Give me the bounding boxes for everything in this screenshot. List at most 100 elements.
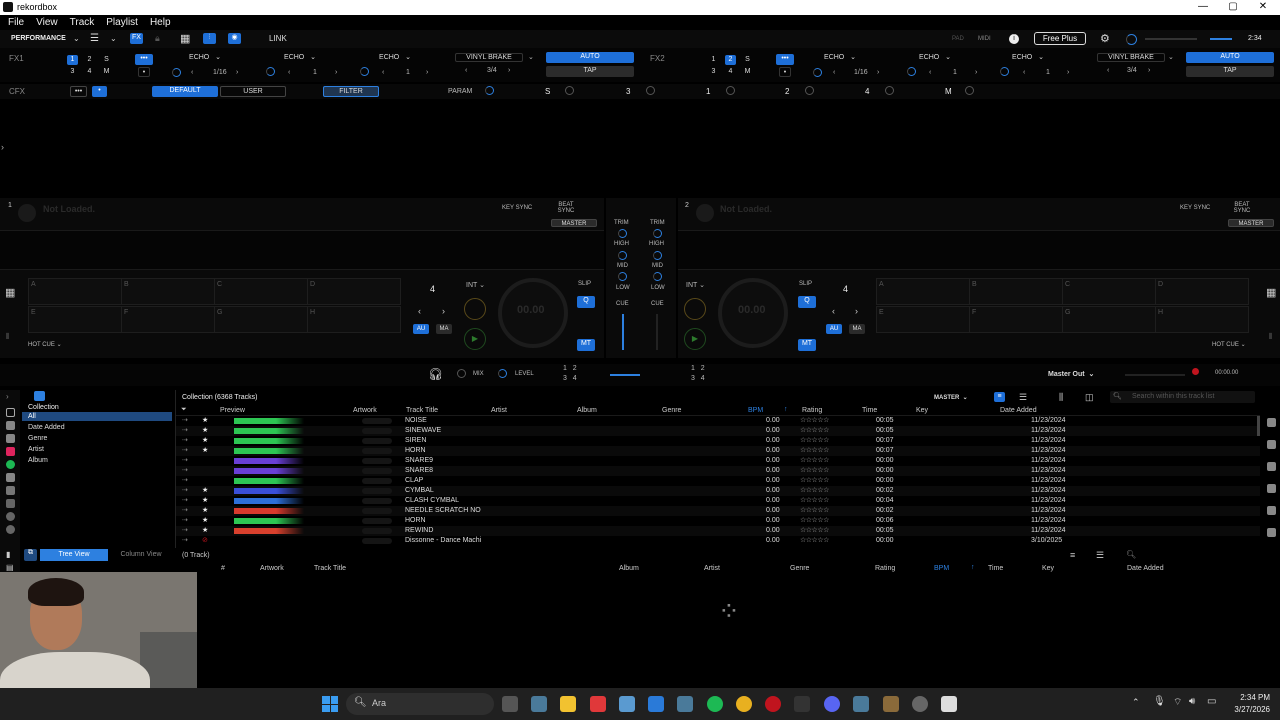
cfx-ch1-knob[interactable] [726,86,735,95]
tree-album[interactable]: Album [22,456,172,465]
mixer-ch1-high-knob[interactable] [618,251,627,260]
filter-icon[interactable]: ⏷ [181,406,187,414]
fx1-brake-prev-icon[interactable]: ‹ [465,67,467,74]
fx1-slot1-select[interactable]: ECHO ⌄ [165,53,245,61]
list-view-icon[interactable]: ≡ [994,392,1005,402]
file-icon[interactable] [6,473,15,482]
mixer-ch2-trim-knob[interactable] [653,229,662,238]
spotify-icon[interactable] [6,460,15,469]
side-toggle-icon[interactable]: ⫴ [6,332,9,342]
column-artwork[interactable]: Artwork [353,407,377,414]
deck2-pad-c[interactable]: C [1062,278,1156,305]
fx1-slot2-next-icon[interactable]: › [335,69,337,76]
deck2-master-button[interactable]: MASTER [1228,219,1274,227]
preview-waveform[interactable] [234,488,304,494]
cfx-ch4-knob[interactable] [885,86,894,95]
plan-button[interactable]: Free Plus [1034,32,1086,45]
maximize-icon[interactable]: ▢ [1218,1,1248,12]
deck2-beat-sync-button[interactable]: BEAT SYNC [1231,202,1253,214]
deck2-au-button[interactable]: AU [826,324,842,334]
deck2-pad-g[interactable]: G [1062,306,1156,333]
fx2-more-button[interactable]: ••• [776,54,794,65]
deck-select-4[interactable]: 3 4 [691,375,705,382]
columns-icon[interactable]: ⫼ [1059,392,1063,403]
app-icon-2[interactable] [590,696,606,712]
taskbar-date[interactable]: 3/27/2026 [1224,705,1270,714]
fx1-slot2-knob[interactable] [266,67,275,76]
pad-grid-icon[interactable]: ▦ [5,286,15,299]
fx2-brake-prev-icon[interactable]: ‹ [1107,67,1109,74]
terminal-icon[interactable] [794,696,810,712]
mixer-ch1-cue-button[interactable]: CUE [616,301,629,307]
preview-waveform[interactable] [234,528,304,534]
fx2-slot1-next-icon[interactable]: › [877,69,879,76]
preview-waveform[interactable] [234,428,304,434]
sub-column-number[interactable]: # [221,565,225,572]
deck2-key-sync-button[interactable]: KEY SYNC [1180,205,1210,211]
grid-icon[interactable] [6,434,15,443]
list-view-icon[interactable]: ≡ [1070,550,1075,560]
table-row[interactable]: ⇢ ★ HORN 0.00 ☆☆☆☆☆ 00:06 11/23/2024 [176,516,1260,526]
table-row[interactable]: ⇢ ★ REWIND 0.00 ☆☆☆☆☆ 00:05 11/23/2024 [176,526,1260,536]
fx2-slot2-knob[interactable] [907,67,916,76]
collection-icon[interactable] [6,408,15,417]
deck2-pad-e[interactable]: E [876,306,970,333]
card-icon[interactable] [1267,506,1276,515]
sub-column-genre[interactable]: Genre [790,565,809,572]
cfx-s-knob[interactable] [565,86,574,95]
preview-waveform[interactable] [234,518,304,524]
info-icon[interactable] [1267,484,1276,493]
column-rating[interactable]: Rating [802,407,822,414]
deck2-pad-b[interactable]: B [969,278,1063,305]
link-button[interactable]: LINK [269,34,287,43]
tree-view-icon[interactable]: ⧉ [24,549,37,561]
deck2-play-button[interactable]: ▶ [684,328,706,350]
vscode-icon[interactable] [648,696,664,712]
deck2-quantize-button[interactable]: Q [798,296,816,308]
spotify-icon[interactable] [707,696,723,712]
tree-artist[interactable]: Artist [22,445,172,454]
table-row[interactable]: ⇢ SNARE8 0.00 ☆☆☆☆☆ 00:00 11/23/2024 [176,466,1260,476]
fx2-brake-select[interactable]: VINYL BRAKE [1097,53,1165,62]
master-filter-select[interactable]: MASTER ⌄ [934,394,968,401]
mixer-ch2-mid-knob[interactable] [653,272,662,281]
table-row[interactable]: ⇢ ★ CLASH CYMBAL 0.00 ☆☆☆☆☆ 00:04 11/23/2024 [176,496,1260,506]
fx2-slot1-prev-icon[interactable]: ‹ [833,69,835,76]
deck1-pad-g[interactable]: G [214,306,308,333]
deck1-cue-button[interactable] [464,298,486,320]
cfx-user-button[interactable]: USER [220,86,286,97]
deck2-hot-cue-select[interactable]: HOT CUE ⌄ [1212,341,1246,348]
layout-menu-icon[interactable]: ☰ [90,33,99,44]
cfx-more-button[interactable]: ••• [70,86,87,97]
deck2-slip-button[interactable]: SLIP [799,281,812,287]
cfx-filter-button[interactable]: FILTER [323,86,379,97]
table-row[interactable]: ⇢ ★ SINEWAVE 0.00 ☆☆☆☆☆ 00:05 11/23/2024 [176,426,1260,436]
column-key[interactable]: Key [916,407,928,414]
sub-column-artwork[interactable]: Artwork [260,565,284,572]
cfx-param-knob[interactable] [485,86,494,95]
fx2-beat-m[interactable]: M [742,67,753,77]
pad-grid-icon[interactable]: ▦ [1266,286,1276,299]
midi-button[interactable]: MIDI [978,36,991,42]
fx1-beat-2[interactable]: 2 [84,55,95,65]
sub-column-track-title[interactable]: Track Title [314,565,346,572]
mixer-ch2-high-knob[interactable] [653,251,662,260]
tree-genre[interactable]: Genre [22,434,172,443]
record-panel-icon[interactable]: ◉ [228,33,241,44]
pad-button[interactable]: PAD [952,36,964,42]
record-icon[interactable] [1192,368,1199,375]
history-icon[interactable] [6,512,15,521]
fx2-beat-s[interactable]: S [742,55,753,65]
fx2-auto-button[interactable]: AUTO [1186,52,1274,63]
preview-waveform[interactable] [234,508,304,514]
sampler-icon[interactable] [1267,462,1276,471]
deck1-beat-sync-button[interactable]: BEAT SYNC [555,202,577,214]
grid-icon[interactable]: ▦ [180,32,190,45]
volume-slider-track[interactable] [1145,38,1197,40]
cfx-ch2-knob[interactable] [805,86,814,95]
fx2-slot1-knob[interactable] [813,68,822,77]
taskbar-clock[interactable]: 2:34 PM [1234,693,1270,702]
column-album[interactable]: Album [577,407,597,414]
deck1-master-button[interactable]: MASTER [551,219,597,227]
deck2-cue-button[interactable] [684,298,706,320]
